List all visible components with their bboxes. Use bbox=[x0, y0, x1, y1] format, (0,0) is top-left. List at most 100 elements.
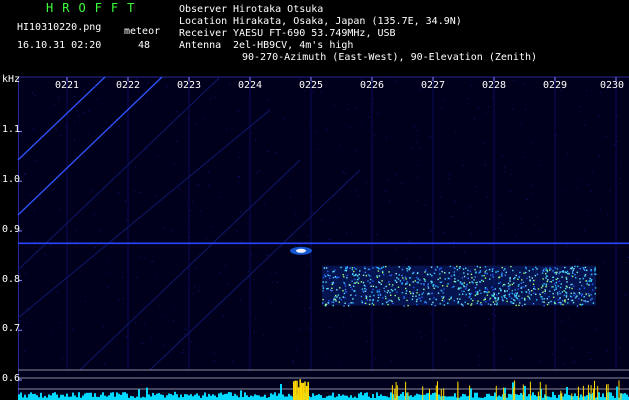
noise-speck bbox=[567, 153, 569, 155]
echo-speck bbox=[381, 267, 383, 269]
echo-speck bbox=[498, 276, 501, 278]
echo-speck bbox=[432, 301, 434, 304]
echo-speck bbox=[528, 290, 531, 293]
echo-speck bbox=[528, 270, 530, 272]
noise-speck bbox=[395, 249, 396, 251]
echo-speck bbox=[592, 289, 594, 291]
noise-speck bbox=[321, 286, 323, 288]
echo-speck bbox=[322, 276, 325, 279]
echo-speck bbox=[476, 265, 479, 268]
noise-speck bbox=[240, 300, 242, 302]
echo-speck bbox=[580, 304, 583, 306]
signal-level-bar bbox=[196, 393, 198, 400]
echo-speck bbox=[466, 283, 468, 286]
signal-level-bar bbox=[136, 396, 138, 400]
noise-speck bbox=[134, 322, 136, 324]
echo-speck bbox=[369, 299, 371, 301]
noise-speck bbox=[452, 216, 454, 217]
echo-speck bbox=[545, 283, 548, 285]
noise-speck bbox=[255, 139, 257, 141]
echo-speck bbox=[525, 291, 527, 293]
signal-level-spike bbox=[469, 385, 471, 400]
signal-level-spike bbox=[512, 387, 514, 400]
echo-speck bbox=[468, 296, 470, 298]
echo-speck bbox=[383, 274, 385, 276]
signal-level-bar bbox=[386, 396, 388, 400]
echo-speck bbox=[380, 283, 382, 285]
noise-speck bbox=[208, 170, 210, 172]
echo-speck bbox=[382, 272, 384, 274]
noise-speck bbox=[567, 318, 569, 320]
echo-speck bbox=[335, 300, 337, 302]
noise-speck bbox=[374, 135, 376, 137]
noise-speck bbox=[60, 321, 62, 323]
echo-speck bbox=[488, 291, 490, 293]
echo-speck bbox=[387, 290, 389, 292]
echo-speck bbox=[322, 287, 325, 289]
echo-speck bbox=[555, 281, 558, 284]
noise-speck bbox=[172, 320, 174, 322]
signal-level-bar bbox=[424, 394, 426, 400]
echo-speck bbox=[456, 265, 458, 268]
noise-speck bbox=[135, 166, 137, 168]
echo-speck bbox=[585, 280, 587, 282]
echo-speck bbox=[564, 299, 566, 301]
echo-speck bbox=[408, 265, 410, 268]
noise-speck bbox=[406, 258, 408, 260]
signal-level-bar bbox=[574, 393, 576, 400]
signal-level-bar bbox=[332, 392, 334, 400]
echo-speck bbox=[588, 280, 590, 282]
echo-speck bbox=[433, 287, 435, 289]
echo-speck bbox=[512, 269, 514, 272]
signal-level-bar bbox=[492, 396, 494, 400]
echo-speck bbox=[443, 272, 446, 274]
x-tick-label: 0229 bbox=[542, 80, 568, 91]
noise-speck bbox=[140, 192, 142, 193]
signal-level-bar bbox=[326, 396, 328, 400]
echo-speck bbox=[518, 299, 521, 301]
echo-speck bbox=[390, 294, 392, 296]
noise-speck bbox=[290, 234, 292, 236]
echo-speck bbox=[582, 277, 584, 280]
signal-level-bar bbox=[54, 392, 56, 400]
echo-speck bbox=[354, 278, 356, 281]
echo-speck bbox=[416, 292, 418, 294]
echo-speck bbox=[494, 288, 496, 290]
echo-speck bbox=[364, 290, 367, 292]
noise-speck bbox=[389, 317, 391, 319]
signal-level-bar bbox=[210, 395, 212, 400]
echo-speck bbox=[524, 297, 526, 300]
echo-speck bbox=[450, 296, 452, 298]
signal-level-bar bbox=[20, 392, 22, 400]
echo-speck bbox=[350, 294, 352, 296]
noise-speck bbox=[183, 284, 185, 286]
echo-speck bbox=[508, 288, 510, 290]
echo-speck bbox=[465, 288, 467, 290]
echo-speck bbox=[558, 290, 560, 293]
signal-level-bar bbox=[462, 393, 464, 400]
echo-speck bbox=[340, 299, 342, 301]
echo-speck bbox=[405, 292, 407, 295]
signal-level-bar bbox=[398, 395, 400, 400]
echo-speck bbox=[369, 282, 371, 284]
echo-speck bbox=[458, 287, 460, 290]
observer-key: Observer bbox=[179, 4, 228, 15]
echo-speck bbox=[375, 266, 377, 268]
noise-speck bbox=[588, 351, 590, 353]
signal-level-bar bbox=[262, 396, 264, 400]
echo-speck bbox=[501, 274, 503, 276]
noise-speck bbox=[594, 329, 596, 331]
echo-speck bbox=[340, 266, 342, 269]
echo-speck bbox=[480, 302, 482, 304]
noise-speck bbox=[574, 362, 576, 364]
signal-level-bar bbox=[340, 395, 342, 400]
noise-speck bbox=[391, 285, 393, 287]
echo-speck bbox=[382, 297, 384, 299]
signal-level-bar bbox=[430, 394, 432, 400]
noise-speck bbox=[538, 229, 540, 231]
echo-speck bbox=[382, 266, 385, 268]
echo-speck bbox=[513, 299, 515, 301]
noise-speck bbox=[554, 91, 556, 93]
echo-speck bbox=[353, 285, 355, 287]
echo-speck bbox=[384, 295, 387, 298]
